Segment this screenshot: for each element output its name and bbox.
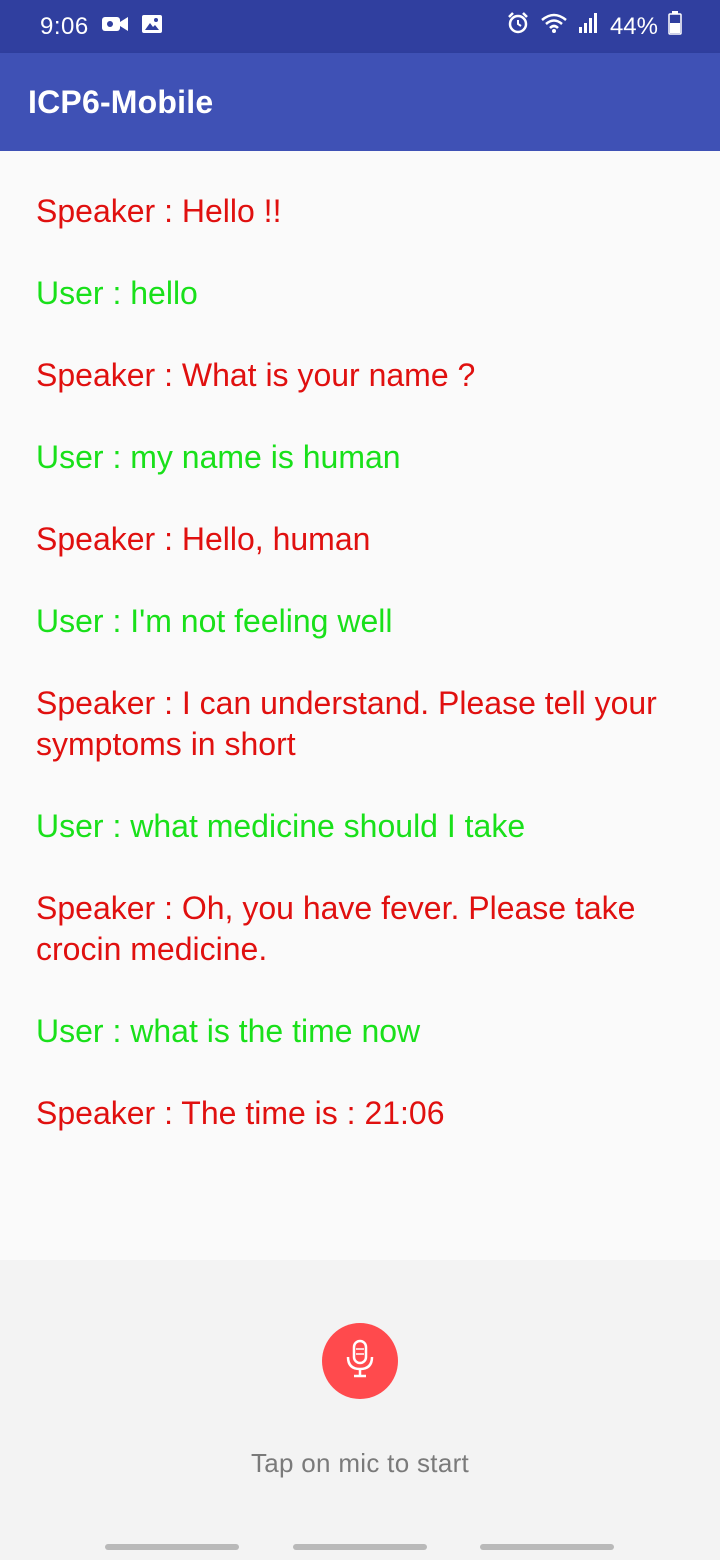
status-bar-left: 9:06	[40, 13, 163, 41]
conversation-log: Speaker : Hello !! User : hello Speaker …	[0, 151, 720, 1260]
alarm-icon	[506, 11, 530, 42]
signal-icon	[578, 12, 600, 41]
video-camera-icon	[101, 13, 129, 41]
nav-home-pill[interactable]	[293, 1544, 427, 1550]
status-bar-right: 44%	[506, 11, 682, 42]
nav-recents-pill[interactable]	[105, 1544, 239, 1550]
mic-hint-text: Tap on mic to start	[250, 1448, 470, 1478]
speaker-message: Speaker : Hello !!	[36, 193, 282, 229]
user-message: User : my name is human	[36, 439, 401, 475]
battery-icon	[668, 11, 682, 42]
speaker-message: Speaker : Hello, human	[36, 521, 371, 557]
battery-percent: 44%	[609, 12, 658, 40]
image-icon	[141, 13, 163, 41]
speaker-message: Speaker : I can understand. Please tell …	[36, 685, 657, 762]
speaker-message: Speaker : The time is : 21:06	[36, 1095, 445, 1131]
microphone-icon	[343, 1339, 377, 1384]
voice-input-panel: Tap on mic to start	[0, 1260, 720, 1560]
user-message: User : what medicine should I take	[36, 808, 526, 844]
mic-button[interactable]	[322, 1323, 398, 1399]
user-message: User : hello	[36, 275, 198, 311]
wifi-icon	[540, 12, 568, 41]
navigation-bar	[0, 1540, 720, 1560]
user-message: User : what is the time now	[36, 1013, 421, 1049]
status-bar: 9:06 44%	[0, 0, 720, 53]
speaker-message: Speaker : What is your name ?	[36, 357, 476, 393]
nav-back-pill[interactable]	[480, 1544, 614, 1550]
app-title: ICP6-Mobile	[28, 83, 214, 120]
status-time: 9:06	[40, 12, 89, 40]
app-bar: ICP6-Mobile	[0, 53, 720, 151]
speaker-message: Speaker : Oh, you have fever. Please tak…	[36, 890, 636, 967]
user-message: User : I'm not feeling well	[36, 603, 393, 639]
